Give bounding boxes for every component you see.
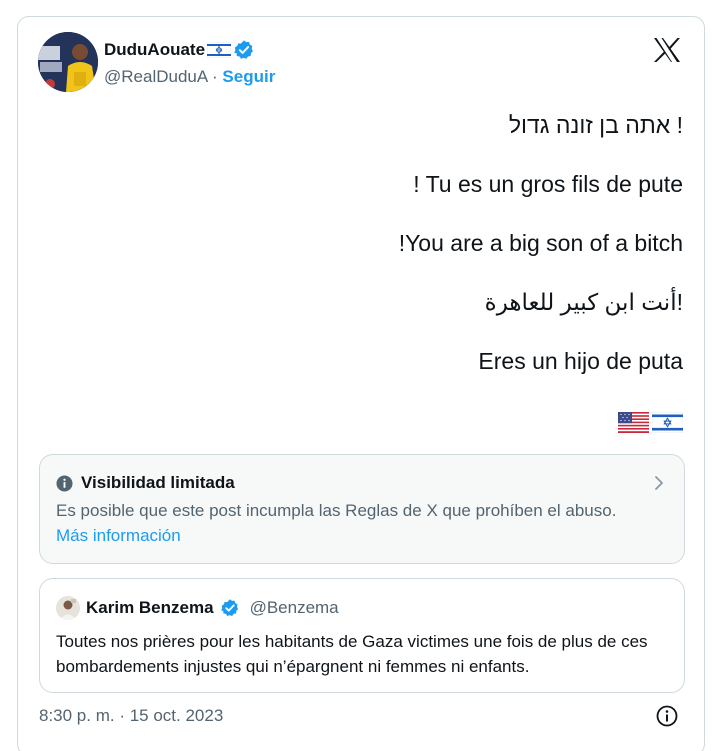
quoted-author-avatar[interactable] <box>56 596 80 620</box>
tweet-line: أنت ابن كبير للعاهرة! <box>484 289 683 315</box>
follow-button[interactable]: Seguir <box>222 67 275 86</box>
tweet-flags <box>618 412 683 433</box>
x-logo-icon[interactable] <box>652 36 682 64</box>
notice-title-row: Visibilidad limitada <box>56 473 235 493</box>
israel-flag-icon <box>652 412 683 433</box>
info-icon[interactable] <box>655 704 679 728</box>
israel-flag-icon <box>207 42 232 58</box>
author-handle-row: @RealDuduA · Seguir <box>104 67 275 87</box>
quoted-author-name[interactable]: Karim Benzema <box>86 598 214 618</box>
tweet-card: DuduAouate @RealDuduA · Seguir אתה בן זו… <box>17 16 705 751</box>
tweet-text: אתה בן זונה גדול ! ! Tu es un gros fils … <box>63 110 683 405</box>
tweet-line: Eres un hijo de puta <box>478 348 683 374</box>
notice-body: Es posible que este post incumpla las Re… <box>56 501 617 520</box>
more-info-link[interactable]: Más información <box>56 526 181 546</box>
tweet-line: ! Tu es un gros fils de pute <box>413 171 683 197</box>
tweet-timestamp[interactable]: 8:30 p. m. · 15 oct. 2023 <box>39 706 223 726</box>
author-name-row[interactable]: DuduAouate <box>104 39 255 61</box>
verified-badge-icon[interactable] <box>233 39 255 61</box>
tweet-line: !You are a big son of a bitch <box>398 230 683 256</box>
quoted-tweet-header: Karim Benzema @Benzema <box>56 596 339 620</box>
quoted-author-handle: @Benzema <box>249 598 339 617</box>
verified-badge-icon <box>220 599 238 616</box>
profile-photo-icon <box>56 596 80 620</box>
author-name[interactable]: DuduAouate <box>104 40 205 60</box>
author-handle[interactable]: @RealDuduA <box>104 67 207 86</box>
notice-title: Visibilidad limitada <box>81 473 235 492</box>
separator-dot: · <box>212 67 218 86</box>
quoted-tweet[interactable]: Karim Benzema @Benzema Toutes nos prière… <box>39 578 685 693</box>
us-flag-icon <box>618 412 649 433</box>
limited-visibility-notice[interactable]: Visibilidad limitada Es posible que este… <box>39 454 685 564</box>
info-circle-icon <box>56 474 73 492</box>
profile-photo-icon <box>38 32 98 92</box>
author-avatar[interactable] <box>38 32 98 92</box>
tweet-line: אתה בן זונה גדול ! <box>508 112 683 138</box>
quoted-tweet-text: Toutes nos prières pour les habitants de… <box>56 632 648 676</box>
chevron-right-icon[interactable] <box>654 475 664 491</box>
